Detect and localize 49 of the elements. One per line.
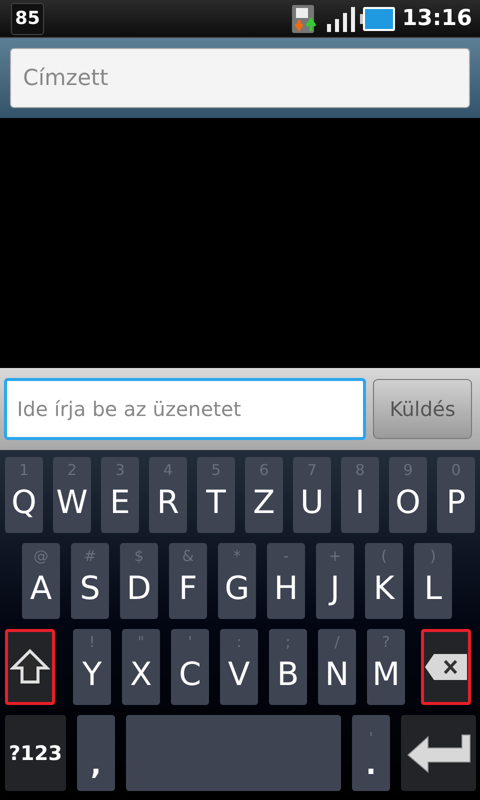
- letter-key[interactable]: ' C: [171, 629, 209, 705]
- symbols-key[interactable]: ?123: [5, 715, 66, 791]
- key-hint: :: [235, 633, 243, 651]
- key-hint: ): [429, 547, 437, 565]
- key-hint: *: [232, 547, 242, 565]
- send-button[interactable]: Küldés: [373, 379, 472, 439]
- letter-key[interactable]: " X: [122, 629, 160, 705]
- letter-key[interactable]: ! Y: [73, 629, 111, 705]
- key-hint: +: [328, 547, 342, 565]
- letter-key[interactable]: # S: [71, 543, 109, 619]
- key-hint: -: [282, 547, 290, 565]
- letter-key[interactable]: ? M: [367, 629, 405, 705]
- letter-key[interactable]: / N: [318, 629, 356, 705]
- letter-key[interactable]: @ A: [22, 543, 60, 619]
- shift-icon: [10, 649, 50, 685]
- punctuation-key[interactable]: ,: [77, 715, 115, 791]
- letter-key[interactable]: ) L: [414, 543, 452, 619]
- letter-key[interactable]: - H: [267, 543, 305, 619]
- letter-key[interactable]: * G: [218, 543, 256, 619]
- key-hint: &: [181, 547, 195, 565]
- letter-key[interactable]: + J: [316, 543, 354, 619]
- key-hint: (: [380, 547, 388, 565]
- message-field[interactable]: Ide írja be az üzenetet: [4, 378, 366, 440]
- key-hint: ?: [381, 633, 391, 651]
- letter-key[interactable]: : V: [220, 629, 258, 705]
- letter-key[interactable]: $ D: [120, 543, 158, 619]
- letter-key[interactable]: & F: [169, 543, 207, 619]
- key-hint: $: [133, 547, 145, 565]
- backspace-key[interactable]: [421, 629, 471, 705]
- recipient-field[interactable]: Címzett: [10, 48, 470, 108]
- key-hint: ": [136, 633, 146, 651]
- key-hint: ;: [284, 633, 292, 651]
- key-hint: @: [32, 547, 50, 565]
- clock-time: 13:16: [402, 6, 472, 31]
- enter-key[interactable]: [401, 715, 476, 791]
- enter-icon: [406, 733, 472, 773]
- key-hint: /: [333, 633, 341, 651]
- battery-icon: [360, 6, 396, 32]
- key-hint: !: [88, 633, 96, 651]
- signal-icon: [326, 6, 356, 32]
- key-hint: ': [186, 633, 194, 651]
- shift-key[interactable]: [5, 629, 55, 705]
- notification-badge: 85: [11, 2, 44, 34]
- backspace-icon: [424, 653, 468, 681]
- letter-key[interactable]: ( K: [365, 543, 403, 619]
- key-hint: #: [82, 547, 98, 565]
- letter-key[interactable]: ; B: [269, 629, 307, 705]
- key-hint: ': [368, 729, 374, 747]
- punctuation-key[interactable]: ' .: [352, 715, 390, 791]
